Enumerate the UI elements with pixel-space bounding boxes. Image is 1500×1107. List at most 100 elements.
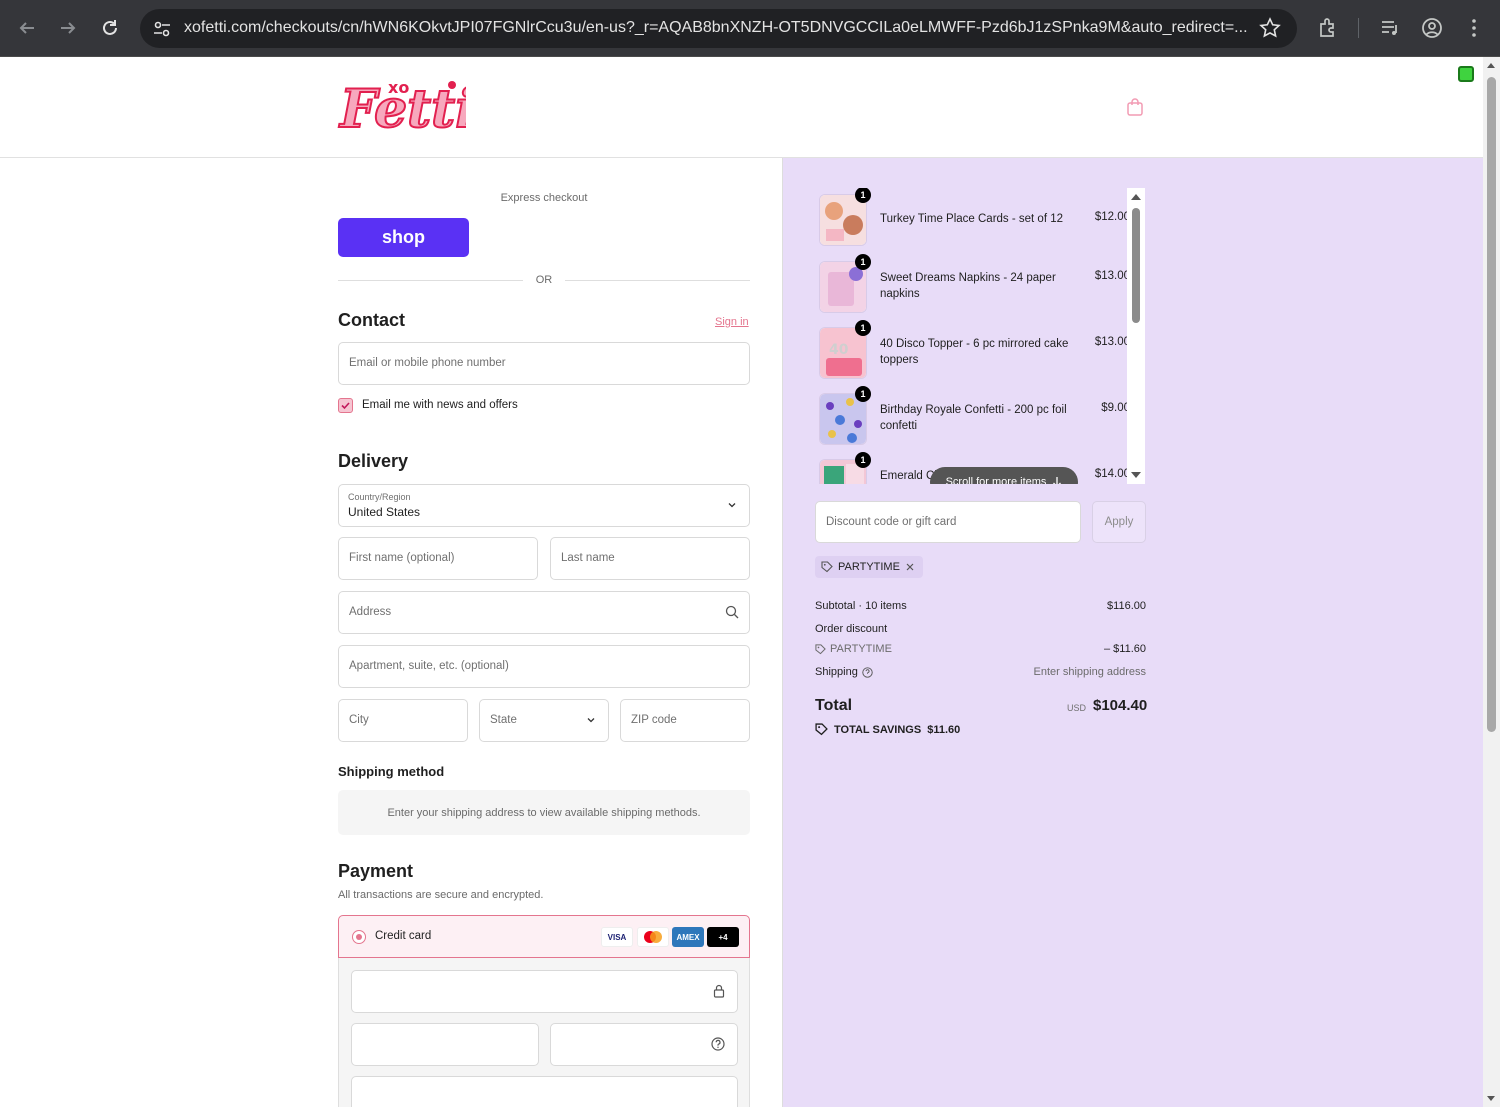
visa-icon: VISA (601, 927, 633, 947)
tag-icon (815, 723, 828, 736)
line-item: 1 Sweet Dreams Napkins - 24 paper napkin… (815, 254, 1135, 316)
address-field[interactable]: Address (338, 591, 750, 634)
sign-in-link[interactable]: Sign in (715, 316, 749, 328)
back-icon[interactable] (13, 14, 41, 42)
state-select[interactable]: State (479, 699, 609, 742)
scroll-more-button[interactable]: Scroll for more items (930, 467, 1078, 484)
line-item: 1 Turkey Time Place Cards - set of 12 $1… (815, 188, 1135, 249)
currency-code: USD (1067, 703, 1087, 713)
express-checkout-label: Express checkout (500, 192, 588, 204)
discount-code-field[interactable]: Discount code or gift card (815, 501, 1081, 543)
state-placeholder: State (490, 714, 517, 726)
extension-indicator (1458, 66, 1474, 82)
payment-subtitle: All transactions are secure and encrypte… (338, 889, 544, 901)
svg-text:40: 40 (829, 342, 849, 358)
newsletter-checkbox[interactable] (338, 398, 353, 413)
credit-card-radio[interactable] (352, 930, 366, 944)
svg-text:xo: xo (388, 78, 409, 97)
item-price: $13.00 (1094, 336, 1130, 348)
page-scroll-down[interactable] (1487, 1096, 1495, 1101)
store-logo[interactable]: Fetti xo (336, 71, 476, 143)
profile-icon[interactable] (1420, 16, 1444, 40)
amex-icon: AMEX (672, 927, 704, 947)
url-text[interactable]: xofetti.com/checkouts/cn/hWN6KOkvtJPI07F… (184, 19, 1254, 37)
scroll-up-arrow[interactable] (1131, 194, 1141, 200)
reload-icon[interactable] (96, 14, 124, 42)
item-name: Birthday Royale Confetti - 200 pc foil c… (880, 404, 1067, 432)
savings-label: TOTAL SAVINGS (834, 723, 922, 736)
city-field[interactable]: City (338, 699, 468, 742)
country-value: United States (348, 505, 421, 519)
extensions-icon[interactable] (1316, 16, 1340, 40)
country-label: Country/Region (348, 492, 411, 502)
order-discount-row: Order discount (815, 623, 1146, 635)
applied-code-label: PARTYTIME (838, 561, 900, 573)
shipping-method-title: Shipping method (338, 764, 445, 779)
subtotal-value: $116.00 (1107, 600, 1146, 612)
email-field[interactable]: Email or mobile phone number (338, 342, 750, 385)
store-header: Fetti xo (0, 57, 1483, 158)
item-price: $12.00 (1094, 211, 1130, 223)
shipping-row: Shipping Enter shipping address (815, 666, 1146, 678)
item-price: $14.00 (1094, 468, 1130, 480)
shop-pay-button[interactable]: shop (338, 218, 469, 257)
country-select[interactable]: Country/Region United States (338, 484, 750, 527)
zip-field[interactable]: ZIP code (620, 699, 750, 742)
or-divider: OR (338, 272, 750, 288)
tag-icon (821, 561, 833, 573)
address-placeholder: Address (349, 606, 392, 618)
forward-icon[interactable] (54, 14, 82, 42)
total-savings: TOTAL SAVINGS $11.60 (815, 723, 960, 736)
apply-discount-button[interactable]: Apply (1092, 501, 1146, 543)
bookmark-star-icon[interactable] (1259, 17, 1281, 39)
item-name: 40 Disco Topper - 6 pc mirrored cake top… (880, 338, 1069, 366)
discount-code-row: PARTYTIME – $11.60 (815, 643, 1146, 658)
address-bar[interactable]: xofetti.com/checkouts/cn/hWN6KOkvtJPI07F… (140, 9, 1297, 48)
mastercard-icon (637, 927, 669, 947)
apartment-field[interactable]: Apartment, suite, etc. (optional) (338, 645, 750, 688)
line-items-list[interactable]: 1 Turkey Time Place Cards - set of 12 $1… (815, 188, 1147, 484)
lock-icon (713, 984, 725, 998)
last-name-field[interactable]: Last name (550, 537, 750, 580)
page-scroll-up[interactable] (1487, 63, 1495, 68)
first-name-placeholder: First name (optional) (349, 552, 455, 564)
help-icon[interactable] (711, 1037, 725, 1051)
scroll-down-arrow[interactable] (1131, 472, 1141, 478)
card-number-field[interactable] (351, 970, 738, 1013)
items-scrollbar[interactable] (1127, 188, 1145, 484)
more-cards-badge: +4 (707, 927, 739, 947)
arrow-down-icon (1053, 477, 1062, 484)
city-placeholder: City (349, 714, 369, 726)
savings-value: $11.60 (927, 723, 961, 736)
page-scrollbar[interactable] (1483, 57, 1500, 1107)
browser-toolbar: xofetti.com/checkouts/cn/hWN6KOkvtJPI07F… (0, 0, 1500, 57)
order-discount-label: Order discount (815, 623, 888, 635)
page-scroll-thumb[interactable] (1487, 77, 1496, 732)
expiration-field[interactable] (351, 1023, 539, 1066)
scroll-more-label: Scroll for more items (945, 476, 1047, 484)
credit-card-option[interactable]: Credit card VISA AMEX +4 (338, 915, 750, 958)
delivery-title: Delivery (338, 451, 409, 471)
tag-icon (815, 643, 826, 654)
search-icon (725, 605, 739, 619)
browser-menu-icon[interactable] (1462, 16, 1486, 40)
shipping-methods-notice: Enter your shipping address to view avai… (338, 790, 750, 835)
line-item: 40 1 40 Disco Topper - 6 pc mirrored cak… (815, 320, 1135, 382)
subtotal-label: Subtotal · 10 items (815, 600, 907, 612)
help-icon[interactable] (862, 666, 873, 678)
remove-code-icon[interactable] (905, 562, 915, 572)
discount-code-label: PARTYTIME (830, 643, 892, 655)
apartment-placeholder: Apartment, suite, etc. (optional) (349, 660, 509, 672)
first-name-field[interactable]: First name (optional) (338, 537, 538, 580)
name-on-card-field[interactable] (351, 1076, 738, 1107)
last-name-placeholder: Last name (561, 552, 615, 564)
scroll-thumb[interactable] (1132, 208, 1140, 323)
shopping-bag-icon[interactable] (1126, 97, 1144, 117)
shipping-value: Enter shipping address (1033, 666, 1146, 678)
site-settings-icon[interactable] (150, 17, 174, 41)
toolbar-divider (1358, 18, 1359, 38)
security-code-field[interactable] (550, 1023, 738, 1066)
media-controls-icon[interactable] (1378, 16, 1402, 40)
payment-title: Payment (338, 861, 414, 881)
shipping-label: Shipping (815, 666, 858, 678)
